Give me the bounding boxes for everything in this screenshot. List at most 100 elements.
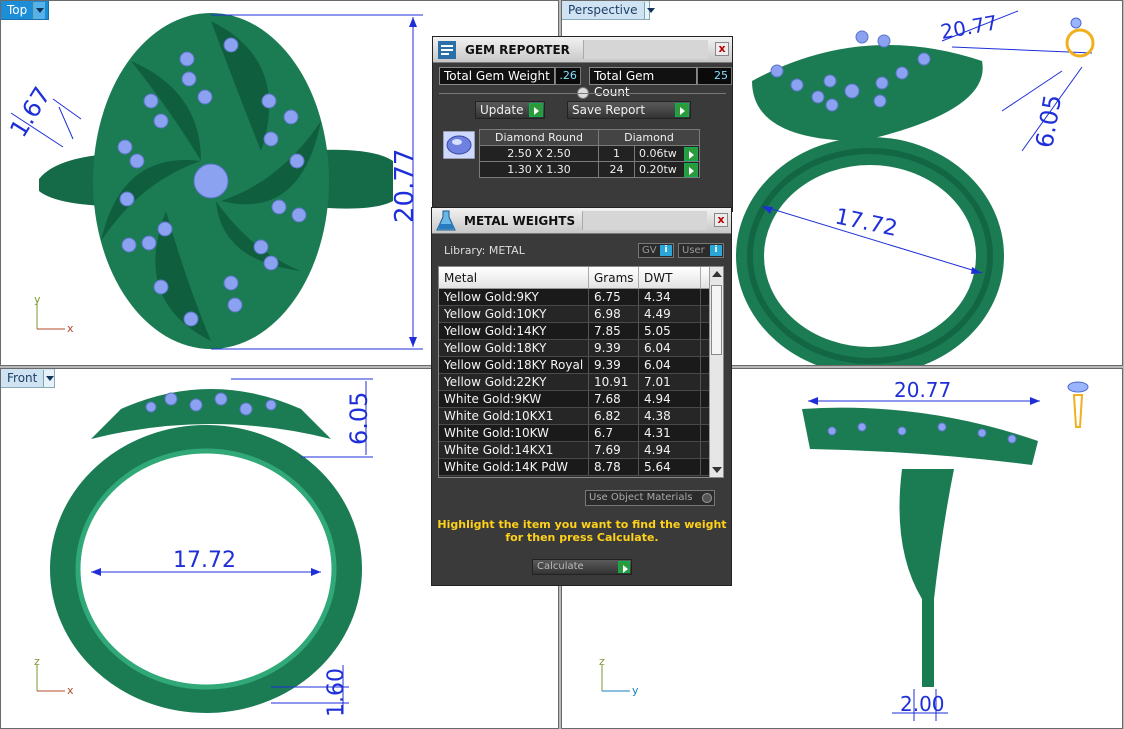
table-body: Yellow Gold:9KY 6.75 4.34 Yellow Gold:10KY 6… (439, 289, 723, 476)
axis-label-z: z (599, 655, 605, 668)
axis-label-y: y (632, 684, 639, 697)
diamond-round-icon (443, 131, 475, 159)
table-row[interactable]: 2.50 X 2.50 1 0.06tw (479, 145, 700, 162)
table-row[interactable]: Yellow Gold:9KY 6.75 4.34 (439, 289, 723, 306)
metal-weights-titlebar[interactable]: METAL WEIGHTS x (432, 208, 731, 234)
play-icon (618, 561, 630, 573)
cell-grams: 7.69 (589, 442, 639, 458)
ring-shank-side (899, 469, 954, 687)
metal-weights-panel: METAL WEIGHTS x Library: METAL GV i User i… (431, 207, 732, 586)
dim-right-top: 20.77 (894, 378, 951, 402)
table-row[interactable]: White Gold:14KX1 7.69 4.94 (439, 442, 723, 459)
total-gem-weight-row: Total Gem Weight .26 (439, 67, 581, 85)
row-go-button[interactable] (683, 162, 699, 178)
titlebar-grip (583, 40, 708, 59)
table-row[interactable]: Yellow Gold:18KY 9.39 6.04 (439, 340, 723, 357)
cell-dwt: 4.94 (639, 442, 701, 458)
table-row[interactable]: White Gold:10KX1 6.82 4.38 (439, 408, 723, 425)
cell-grams: 7.68 (589, 391, 639, 407)
cell-metal: Yellow Gold:18KY (439, 340, 589, 356)
dim-persp-side: 6.05 (1030, 93, 1067, 150)
cell-dwt: 4.38 (639, 408, 701, 424)
cell-metal: White Gold:14K PdW (439, 459, 589, 475)
chevron-down-icon[interactable] (33, 1, 46, 19)
axis-label-y: y (34, 293, 41, 306)
ring-head (802, 407, 1038, 465)
user-button[interactable]: User i (678, 243, 724, 258)
gem-table: Diamond Round Diamond 2.50 X 2.50 1 0.06… (479, 129, 700, 178)
titlebar-grip (582, 211, 707, 230)
cell-metal: White Gold:14KX1 (439, 442, 589, 458)
cell-dwt: 6.04 (639, 357, 701, 373)
cell-metal: White Gold:10KX1 (439, 408, 589, 424)
table-row[interactable]: 1.30 X 1.30 24 0.20tw (479, 161, 700, 178)
table-row[interactable]: White Gold:10KW 6.7 4.31 (439, 425, 723, 442)
cell-grams: 9.39 (589, 357, 639, 373)
cell-metal: White Gold:10KW (439, 425, 589, 441)
play-icon (529, 103, 543, 117)
ring-preview-icon (1065, 17, 1095, 58)
app-root: Top 20.77 1.67 y x Perspective 20.77 6.0… (0, 0, 1124, 729)
chevron-down-icon[interactable] (643, 1, 654, 19)
row-go-button[interactable] (683, 146, 699, 162)
table-row[interactable]: Yellow Gold:18KY Royal 9.39 6.04 (439, 357, 723, 374)
metal-flask-icon (436, 210, 456, 230)
scroll-thumb[interactable] (711, 285, 722, 355)
cell-grams: 7.85 (589, 323, 639, 339)
info-icon: i (660, 245, 672, 256)
toggle-radio-icon (702, 493, 712, 503)
total-gem-count-value: 25 (696, 67, 732, 85)
info-icon: i (710, 245, 722, 256)
save-report-button[interactable]: Save Report (567, 101, 691, 119)
axis-label-x: x (67, 684, 74, 697)
chevron-down-icon[interactable] (43, 369, 54, 387)
library-label: Library: METAL (444, 244, 525, 257)
table-row[interactable]: Yellow Gold:22KY 10.91 7.01 (439, 374, 723, 391)
table-row[interactable]: White Gold:14K PdW 8.78 5.64 (439, 459, 723, 476)
cell-dwt: 5.05 (639, 323, 701, 339)
play-icon (675, 103, 689, 117)
cell-metal: White Gold:9KW (439, 391, 589, 407)
table-header: Metal Grams DWT (439, 267, 723, 289)
dim-front-band: 1.60 (324, 668, 349, 717)
cell-grams: 10.91 (589, 374, 639, 390)
dim-front-height: 6.05 (345, 392, 373, 445)
viewport-front-title[interactable]: Front (1, 369, 55, 388)
table-row[interactable]: Yellow Gold:10KY 6.98 4.49 (439, 306, 723, 323)
cell-grams: 9.39 (589, 340, 639, 356)
table-row[interactable]: White Gold:9KW 7.68 4.94 (439, 391, 723, 408)
dim-right-shank: 2.00 (900, 692, 945, 716)
dim-top-width: 1.67 (4, 82, 56, 142)
axis-label-x: x (67, 322, 74, 335)
cell-metal: Yellow Gold:14KY (439, 323, 589, 339)
hint-text-line2: for then press Calculate. (505, 531, 659, 544)
cell-metal: Yellow Gold:22KY (439, 374, 589, 390)
cell-dwt: 7.01 (639, 374, 701, 390)
gv-button[interactable]: GV i (638, 243, 674, 258)
use-object-materials-toggle[interactable]: Use Object Materials (585, 490, 715, 506)
scroll-up-icon[interactable] (712, 271, 722, 277)
axis-label-z: z (34, 655, 40, 668)
close-icon[interactable]: x (715, 42, 729, 56)
dim-persp-top: 20.77 (939, 10, 1000, 44)
gem-reporter-titlebar[interactable]: GEM REPORTER x (433, 37, 732, 63)
cell-metal: Yellow Gold:9KY (439, 289, 589, 305)
close-icon[interactable]: x (714, 213, 728, 227)
gem-report-icon (438, 40, 456, 59)
cell-dwt: 4.49 (639, 306, 701, 322)
ring-side-preview-icon (1067, 381, 1089, 428)
cell-dwt: 5.64 (639, 459, 701, 475)
cell-dwt: 4.31 (639, 425, 701, 441)
dim-persp-ring: 17.72 (833, 204, 900, 242)
scroll-down-icon[interactable] (712, 467, 722, 473)
viewport-top-title[interactable]: Top (1, 1, 49, 20)
gem-reporter-panel: GEM REPORTER x Total Gem Weight .26 Tota… (432, 36, 733, 212)
table-row[interactable]: Yellow Gold:14KY 7.85 5.05 (439, 323, 723, 340)
calculate-button[interactable]: Calculate (532, 559, 632, 575)
viewport-perspective-title[interactable]: Perspective (562, 1, 654, 20)
total-gem-weight-value: .26 (554, 67, 581, 85)
update-button[interactable]: Update (475, 101, 545, 119)
metal-weights-table[interactable]: Metal Grams DWT Yellow Gold:9KY 6.75 4.34 Y… (438, 266, 724, 478)
scrollbar[interactable] (709, 267, 723, 477)
cell-dwt: 4.94 (639, 391, 701, 407)
